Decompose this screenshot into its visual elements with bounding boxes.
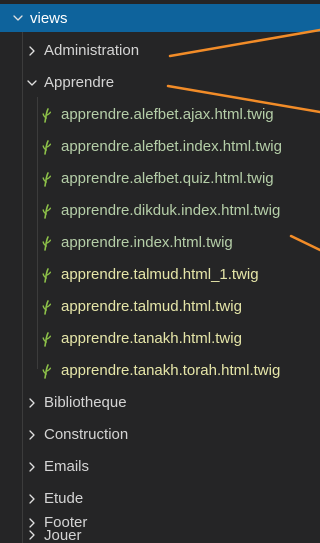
tree-file-twig[interactable]: apprendre.alefbet.quiz.html.twig xyxy=(0,165,320,192)
tree-folder-label: Bibliotheque xyxy=(44,394,127,411)
chevron-down-icon xyxy=(24,75,40,91)
tree-file-twig[interactable]: apprendre.talmud.html.twig xyxy=(0,293,320,320)
tree-file-twig[interactable]: apprendre.tanakh.torah.html.twig xyxy=(0,357,320,384)
tree-folder-construction[interactable]: Construction xyxy=(0,421,320,448)
twig-file-icon xyxy=(42,363,54,379)
tree-file-label: apprendre.dikduk.index.html.twig xyxy=(61,202,281,219)
tree-file-label: apprendre.tanakh.html.twig xyxy=(61,330,242,347)
twig-file-icon xyxy=(42,203,54,219)
chevron-right-icon xyxy=(24,527,40,543)
tree-folder-label: Etude xyxy=(44,490,84,507)
twig-file-icon xyxy=(42,331,54,347)
tree-root-label: views xyxy=(30,9,68,27)
tree-folder-label: Construction xyxy=(44,426,129,443)
tree-folder-emails[interactable]: Emails xyxy=(0,453,320,480)
twig-file-icon xyxy=(42,107,54,123)
tree-root-views[interactable]: views xyxy=(0,4,320,32)
chevron-down-icon xyxy=(10,10,26,26)
twig-file-icon xyxy=(42,139,54,155)
chevron-right-icon xyxy=(24,491,40,507)
tree-file-twig[interactable]: apprendre.tanakh.html.twig xyxy=(0,325,320,352)
file-explorer-tree: views Administration Apprendre apprendre… xyxy=(0,0,320,543)
tree-file-twig[interactable]: apprendre.alefbet.ajax.html.twig xyxy=(0,101,320,128)
chevron-right-icon xyxy=(24,395,40,411)
tree-file-label: apprendre.talmud.html_1.twig xyxy=(61,266,259,283)
tree-file-label: apprendre.talmud.html.twig xyxy=(61,298,242,315)
tree-folder-apprendre[interactable]: Apprendre xyxy=(0,69,320,96)
tree-folder-label: Administration xyxy=(44,42,140,59)
twig-file-icon xyxy=(42,267,54,283)
tree-folder-label: Emails xyxy=(44,458,90,475)
twig-file-icon xyxy=(42,171,54,187)
chevron-right-icon xyxy=(24,459,40,475)
tree-file-label: apprendre.alefbet.index.html.twig xyxy=(61,138,282,155)
tree-file-label: apprendre.alefbet.ajax.html.twig xyxy=(61,106,274,123)
tree-folder-administration[interactable]: Administration xyxy=(0,37,320,64)
tree-folder-label: Apprendre xyxy=(44,74,115,91)
tree-file-label: apprendre.index.html.twig xyxy=(61,234,233,251)
tree-folder-jouer[interactable]: Jouer xyxy=(0,527,320,543)
twig-file-icon xyxy=(42,299,54,315)
tree-file-label: apprendre.tanakh.torah.html.twig xyxy=(61,362,281,379)
tree-file-label: apprendre.alefbet.quiz.html.twig xyxy=(61,170,274,187)
tree-file-twig[interactable]: apprendre.index.html.twig xyxy=(0,229,320,256)
tree-file-twig[interactable]: apprendre.alefbet.index.html.twig xyxy=(0,133,320,160)
tree-folder-bibliotheque[interactable]: Bibliotheque xyxy=(0,389,320,416)
chevron-right-icon xyxy=(24,427,40,443)
tree-folder-label: Jouer xyxy=(44,527,82,543)
tree-file-twig[interactable]: apprendre.dikduk.index.html.twig xyxy=(0,197,320,224)
tree-folder-etude[interactable]: Etude xyxy=(0,485,320,512)
chevron-right-icon xyxy=(24,43,40,59)
tree-file-twig[interactable]: apprendre.talmud.html_1.twig xyxy=(0,261,320,288)
twig-file-icon xyxy=(42,235,54,251)
